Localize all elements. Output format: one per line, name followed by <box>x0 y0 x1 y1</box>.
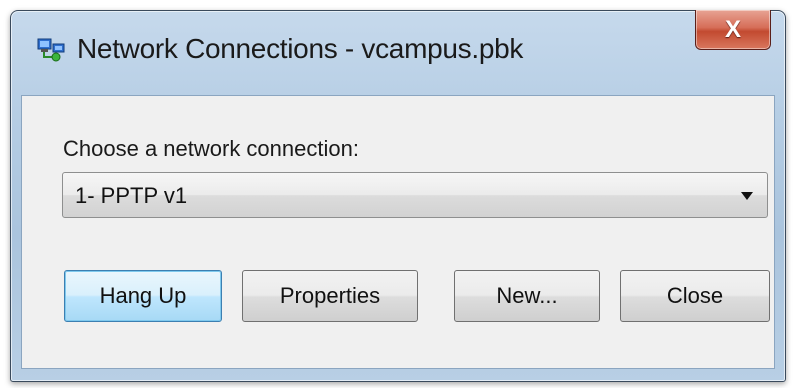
new-button-label: New... <box>496 283 558 308</box>
connection-prompt-text: Choose a network connection: <box>63 136 359 161</box>
network-connections-dialog: Network Connections - vcampus.pbk X Choo… <box>10 10 786 382</box>
title-bar[interactable]: Network Connections - vcampus.pbk X <box>11 10 785 95</box>
close-icon: X <box>724 15 741 43</box>
close-button[interactable]: Close <box>620 270 770 322</box>
properties-button-label: Properties <box>279 283 381 308</box>
network-connections-icon <box>35 37 67 67</box>
connection-select[interactable]: 1- PPTP v1 <box>62 172 768 218</box>
window-close-button[interactable]: X <box>695 10 771 50</box>
close-button-label: Close <box>666 283 724 308</box>
properties-button[interactable]: Properties <box>242 270 418 322</box>
window-title: Network Connections - vcampus.pbk <box>77 33 524 64</box>
hang-up-button-label: Hang Up <box>99 283 187 308</box>
connection-prompt-label: Choose a network connection: <box>63 136 359 162</box>
chevron-down-icon[interactable] <box>741 192 753 200</box>
hang-up-button[interactable]: Hang Up <box>64 270 222 322</box>
selected-connection-value: 1- PPTP v1 <box>75 183 188 208</box>
dialog-body: Choose a network connection: 1- PPTP v1 … <box>21 95 775 369</box>
new-button[interactable]: New... <box>454 270 600 322</box>
